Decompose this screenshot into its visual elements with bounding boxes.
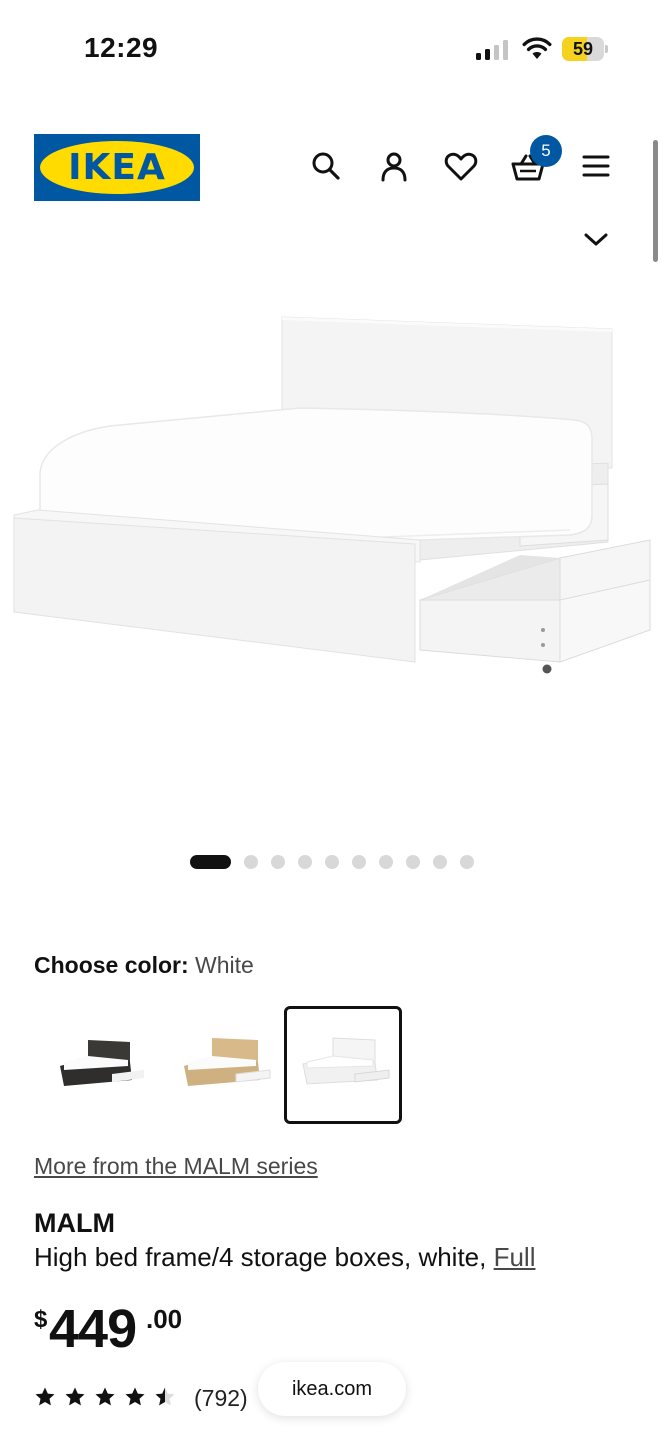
registered-mark: ® (186, 150, 192, 159)
product-name: MALM (34, 1208, 115, 1238)
star-full-icon (95, 1387, 115, 1406)
cellular-signal-icon (476, 40, 510, 60)
ikea-logo[interactable]: IKEA ® (34, 134, 200, 201)
cart-count-badge: 5 (530, 135, 562, 167)
price-integer: 449 (49, 1299, 137, 1359)
menu-icon[interactable] (578, 148, 614, 184)
carousel-dot[interactable] (244, 855, 258, 869)
star-full-icon (35, 1387, 55, 1406)
color-swatch-white[interactable] (284, 1006, 402, 1124)
rating-count[interactable]: (792) (194, 1385, 248, 1412)
image-carousel-dots (190, 854, 474, 870)
carousel-dot[interactable] (271, 855, 285, 869)
battery-level: 59 (572, 39, 594, 59)
carousel-dot[interactable] (433, 855, 447, 869)
search-icon[interactable] (308, 148, 344, 184)
status-bar: 12:29 59 (0, 0, 664, 100)
star-full-icon (65, 1387, 85, 1406)
size-link[interactable]: Full (494, 1242, 536, 1272)
battery-body: 59 (562, 37, 604, 61)
logo-text: IKEA (68, 147, 166, 188)
color-swatch-black-brown[interactable] (40, 1006, 158, 1124)
status-time: 12:29 (84, 32, 159, 63)
product-description: High bed frame/4 storage boxes, white, F… (34, 1242, 536, 1273)
battery-nub (605, 45, 608, 53)
star-full-icon (125, 1387, 145, 1406)
color-swatch-oak-veneer[interactable] (162, 1006, 280, 1124)
color-value: White (195, 952, 254, 978)
rating-stars[interactable] (34, 1386, 176, 1408)
carousel-dot[interactable] (190, 855, 231, 869)
star-half-icon (155, 1387, 175, 1406)
heart-icon[interactable] (443, 148, 479, 184)
price-decimal: .00 (146, 1304, 183, 1334)
carousel-dot[interactable] (352, 855, 366, 869)
price-currency: $ (34, 1306, 48, 1333)
carousel-dot[interactable] (325, 855, 339, 869)
product-description-text: High bed frame/4 storage boxes, white, (34, 1242, 494, 1272)
chevron-down-icon[interactable] (582, 226, 610, 254)
carousel-dot[interactable] (406, 855, 420, 869)
series-link[interactable]: More from the MALM series (34, 1153, 318, 1180)
color-label-title: Choose color: (34, 952, 189, 978)
product-image[interactable] (0, 300, 664, 690)
wifi-icon (522, 36, 552, 60)
browser-url-bar[interactable]: ikea.com (258, 1362, 406, 1416)
carousel-dot[interactable] (379, 855, 393, 869)
account-icon[interactable] (376, 148, 412, 184)
page-scrollbar[interactable] (653, 140, 658, 262)
battery-indicator: 59 (562, 37, 608, 61)
color-label: Choose color: White (34, 952, 254, 979)
carousel-dot[interactable] (460, 855, 474, 869)
carousel-dot[interactable] (298, 855, 312, 869)
